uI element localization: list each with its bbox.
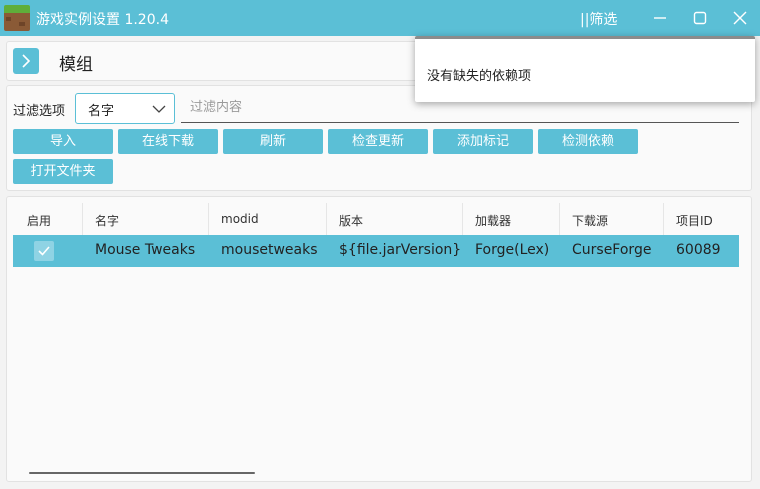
chevron-down-icon [152, 105, 166, 113]
column-header-modid[interactable]: modid [221, 212, 259, 226]
filter-option-label: 过滤选项 [13, 104, 66, 119]
add-tag-button[interactable]: 添加标记 [433, 129, 533, 154]
column-header-project-id[interactable]: 项目ID [676, 212, 713, 229]
filter-toggle-button[interactable]: ||筛选 [580, 9, 617, 29]
maximize-button[interactable] [680, 0, 720, 36]
minimize-button[interactable] [640, 0, 680, 36]
check-updates-button[interactable]: 检查更新 [328, 129, 428, 154]
page-title: 模组 [59, 55, 93, 75]
checkmark-icon [38, 246, 50, 256]
mod-project-id: 60089 [676, 242, 721, 258]
horizontal-scrollbar[interactable] [29, 472, 255, 474]
back-button[interactable] [13, 48, 39, 74]
window-title: 游戏实例设置 1.20.4 [36, 12, 169, 28]
maximize-icon [693, 11, 707, 25]
column-divider[interactable] [82, 203, 83, 235]
column-divider[interactable] [462, 203, 463, 235]
chevron-right-icon [22, 54, 31, 68]
mod-version: ${file.jarVersion} [339, 242, 462, 258]
title-bar: 游戏实例设置 1.20.4 ||筛选 [0, 0, 760, 36]
mod-source: CurseForge [572, 242, 652, 258]
close-button[interactable] [720, 0, 760, 36]
column-divider[interactable] [663, 203, 664, 235]
column-header-name[interactable]: 名字 [95, 212, 119, 229]
table-header: 启用 名字 modid 版本 加载器 下载源 项目ID [7, 197, 751, 235]
check-dependencies-button[interactable]: 检测依赖 [538, 129, 638, 154]
mod-loader: Forge(Lex) [475, 242, 550, 258]
enabled-checkbox[interactable] [34, 241, 54, 261]
open-folder-button[interactable]: 打开文件夹 [13, 159, 113, 184]
column-divider[interactable] [559, 203, 560, 235]
mods-table: 启用 名字 modid 版本 加载器 下载源 项目ID Mouse Tweaks… [6, 196, 752, 482]
close-icon [733, 11, 747, 25]
mod-id: mousetweaks [221, 242, 318, 258]
filter-field-select[interactable]: 名字 [75, 93, 175, 124]
grass-block-icon [4, 5, 30, 31]
column-divider[interactable] [326, 203, 327, 235]
dependency-check-popup: 没有缺失的依赖项 [415, 36, 755, 102]
table-row[interactable]: Mouse Tweaks mousetweaks ${file.jarVersi… [13, 235, 739, 267]
column-divider[interactable] [208, 203, 209, 235]
mod-name: Mouse Tweaks [95, 242, 196, 258]
column-header-enabled[interactable]: 启用 [27, 212, 51, 229]
import-button[interactable]: 导入 [13, 129, 113, 154]
popup-message: 没有缺失的依赖项 [427, 69, 532, 84]
column-header-version[interactable]: 版本 [339, 212, 363, 229]
filter-select-value: 名字 [88, 104, 115, 119]
minimize-icon [654, 17, 666, 19]
column-header-source[interactable]: 下载源 [572, 212, 608, 229]
column-header-loader[interactable]: 加载器 [475, 212, 511, 229]
online-download-button[interactable]: 在线下载 [118, 129, 218, 154]
refresh-button[interactable]: 刷新 [223, 129, 323, 154]
